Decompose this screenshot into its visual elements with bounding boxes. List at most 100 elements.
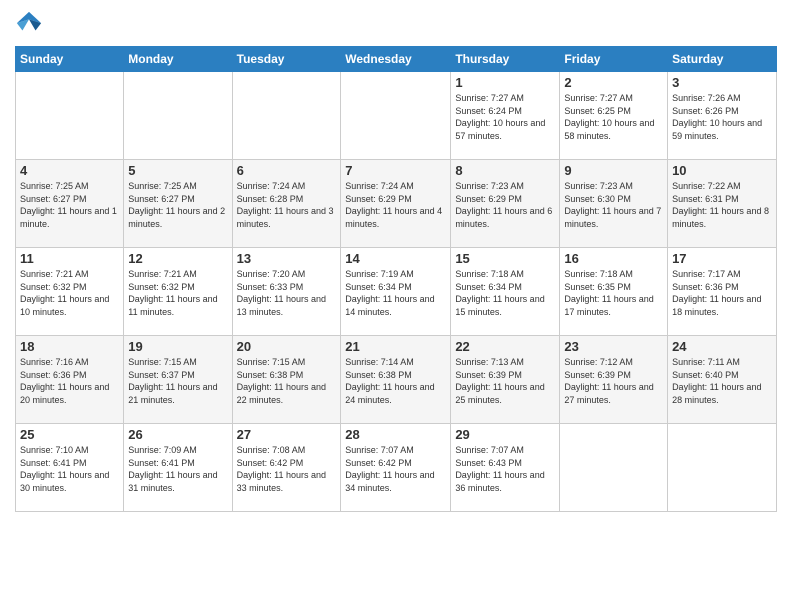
calendar-cell: 13 Sunrise: 7:20 AM Sunset: 6:33 PM Dayli…: [232, 248, 341, 336]
day-number: 7: [345, 163, 446, 178]
calendar-week-row: 18 Sunrise: 7:16 AM Sunset: 6:36 PM Dayli…: [16, 336, 777, 424]
calendar-cell: 22 Sunrise: 7:13 AM Sunset: 6:39 PM Dayli…: [451, 336, 560, 424]
day-number: 19: [128, 339, 227, 354]
calendar-cell: [232, 72, 341, 160]
day-number: 23: [564, 339, 663, 354]
day-info: Sunrise: 7:19 AM Sunset: 6:34 PM Dayligh…: [345, 268, 446, 318]
calendar-week-row: 1 Sunrise: 7:27 AM Sunset: 6:24 PM Daylig…: [16, 72, 777, 160]
day-number: 16: [564, 251, 663, 266]
day-number: 4: [20, 163, 119, 178]
day-info: Sunrise: 7:24 AM Sunset: 6:29 PM Dayligh…: [345, 180, 446, 230]
header: [15, 10, 777, 38]
day-number: 27: [237, 427, 337, 442]
day-number: 18: [20, 339, 119, 354]
logo-icon: [15, 10, 43, 38]
day-info: Sunrise: 7:21 AM Sunset: 6:32 PM Dayligh…: [20, 268, 119, 318]
calendar-week-row: 4 Sunrise: 7:25 AM Sunset: 6:27 PM Daylig…: [16, 160, 777, 248]
calendar-cell: 9 Sunrise: 7:23 AM Sunset: 6:30 PM Daylig…: [560, 160, 668, 248]
day-number: 3: [672, 75, 772, 90]
day-number: 14: [345, 251, 446, 266]
day-info: Sunrise: 7:21 AM Sunset: 6:32 PM Dayligh…: [128, 268, 227, 318]
calendar-cell: [16, 72, 124, 160]
calendar-cell: 20 Sunrise: 7:15 AM Sunset: 6:38 PM Dayli…: [232, 336, 341, 424]
day-number: 24: [672, 339, 772, 354]
calendar-week-row: 25 Sunrise: 7:10 AM Sunset: 6:41 PM Dayli…: [16, 424, 777, 512]
calendar-cell: 3 Sunrise: 7:26 AM Sunset: 6:26 PM Daylig…: [668, 72, 777, 160]
calendar-cell: 14 Sunrise: 7:19 AM Sunset: 6:34 PM Dayli…: [341, 248, 451, 336]
calendar-cell: [668, 424, 777, 512]
day-info: Sunrise: 7:25 AM Sunset: 6:27 PM Dayligh…: [20, 180, 119, 230]
day-number: 13: [237, 251, 337, 266]
calendar-cell: 27 Sunrise: 7:08 AM Sunset: 6:42 PM Dayli…: [232, 424, 341, 512]
day-info: Sunrise: 7:20 AM Sunset: 6:33 PM Dayligh…: [237, 268, 337, 318]
calendar-cell: [560, 424, 668, 512]
calendar-cell: 26 Sunrise: 7:09 AM Sunset: 6:41 PM Dayli…: [124, 424, 232, 512]
day-info: Sunrise: 7:18 AM Sunset: 6:35 PM Dayligh…: [564, 268, 663, 318]
calendar-cell: 15 Sunrise: 7:18 AM Sunset: 6:34 PM Dayli…: [451, 248, 560, 336]
day-info: Sunrise: 7:18 AM Sunset: 6:34 PM Dayligh…: [455, 268, 555, 318]
calendar-cell: 12 Sunrise: 7:21 AM Sunset: 6:32 PM Dayli…: [124, 248, 232, 336]
day-number: 21: [345, 339, 446, 354]
calendar-cell: [341, 72, 451, 160]
day-info: Sunrise: 7:24 AM Sunset: 6:28 PM Dayligh…: [237, 180, 337, 230]
calendar-cell: 16 Sunrise: 7:18 AM Sunset: 6:35 PM Dayli…: [560, 248, 668, 336]
day-number: 29: [455, 427, 555, 442]
day-number: 2: [564, 75, 663, 90]
calendar-cell: 29 Sunrise: 7:07 AM Sunset: 6:43 PM Dayli…: [451, 424, 560, 512]
calendar-col-header: Thursday: [451, 47, 560, 72]
calendar-cell: 8 Sunrise: 7:23 AM Sunset: 6:29 PM Daylig…: [451, 160, 560, 248]
day-info: Sunrise: 7:10 AM Sunset: 6:41 PM Dayligh…: [20, 444, 119, 494]
day-number: 25: [20, 427, 119, 442]
calendar-cell: 21 Sunrise: 7:14 AM Sunset: 6:38 PM Dayli…: [341, 336, 451, 424]
calendar-cell: 11 Sunrise: 7:21 AM Sunset: 6:32 PM Dayli…: [16, 248, 124, 336]
day-info: Sunrise: 7:09 AM Sunset: 6:41 PM Dayligh…: [128, 444, 227, 494]
calendar-col-header: Friday: [560, 47, 668, 72]
calendar-week-row: 11 Sunrise: 7:21 AM Sunset: 6:32 PM Dayli…: [16, 248, 777, 336]
day-info: Sunrise: 7:23 AM Sunset: 6:30 PM Dayligh…: [564, 180, 663, 230]
day-info: Sunrise: 7:15 AM Sunset: 6:37 PM Dayligh…: [128, 356, 227, 406]
calendar-cell: 18 Sunrise: 7:16 AM Sunset: 6:36 PM Dayli…: [16, 336, 124, 424]
calendar-cell: 1 Sunrise: 7:27 AM Sunset: 6:24 PM Daylig…: [451, 72, 560, 160]
calendar-cell: 7 Sunrise: 7:24 AM Sunset: 6:29 PM Daylig…: [341, 160, 451, 248]
day-number: 20: [237, 339, 337, 354]
calendar-cell: 17 Sunrise: 7:17 AM Sunset: 6:36 PM Dayli…: [668, 248, 777, 336]
calendar-col-header: Monday: [124, 47, 232, 72]
logo: [15, 10, 47, 38]
day-info: Sunrise: 7:07 AM Sunset: 6:43 PM Dayligh…: [455, 444, 555, 494]
calendar-header-row: SundayMondayTuesdayWednesdayThursdayFrid…: [16, 47, 777, 72]
calendar-cell: 25 Sunrise: 7:10 AM Sunset: 6:41 PM Dayli…: [16, 424, 124, 512]
day-number: 26: [128, 427, 227, 442]
calendar-cell: 28Sunrise: 7:07 AM Sunset: 6:42 PM Dayli…: [341, 424, 451, 512]
calendar-col-header: Sunday: [16, 47, 124, 72]
day-info: Sunrise: 7:15 AM Sunset: 6:38 PM Dayligh…: [237, 356, 337, 406]
calendar-col-header: Tuesday: [232, 47, 341, 72]
day-number: 1: [455, 75, 555, 90]
day-info: Sunrise: 7:08 AM Sunset: 6:42 PM Dayligh…: [237, 444, 337, 494]
day-info: Sunrise: 7:17 AM Sunset: 6:36 PM Dayligh…: [672, 268, 772, 318]
day-number: 15: [455, 251, 555, 266]
day-number: 11: [20, 251, 119, 266]
day-info: Sunrise: 7:13 AM Sunset: 6:39 PM Dayligh…: [455, 356, 555, 406]
day-info: Sunrise: 7:27 AM Sunset: 6:24 PM Dayligh…: [455, 92, 555, 142]
day-info: Sunrise: 7:14 AM Sunset: 6:38 PM Dayligh…: [345, 356, 446, 406]
calendar-cell: [124, 72, 232, 160]
day-number: 8: [455, 163, 555, 178]
day-info: Sunrise: 7:16 AM Sunset: 6:36 PM Dayligh…: [20, 356, 119, 406]
day-info: Sunrise: 7:26 AM Sunset: 6:26 PM Dayligh…: [672, 92, 772, 142]
day-number: 22: [455, 339, 555, 354]
calendar-col-header: Wednesday: [341, 47, 451, 72]
calendar-table: SundayMondayTuesdayWednesdayThursdayFrid…: [15, 46, 777, 512]
day-number: 28: [345, 427, 446, 442]
day-info: Sunrise: 7:23 AM Sunset: 6:29 PM Dayligh…: [455, 180, 555, 230]
calendar-cell: 6 Sunrise: 7:24 AM Sunset: 6:28 PM Daylig…: [232, 160, 341, 248]
day-number: 6: [237, 163, 337, 178]
calendar-cell: 10Sunrise: 7:22 AM Sunset: 6:31 PM Dayli…: [668, 160, 777, 248]
day-number: 12: [128, 251, 227, 266]
day-number: 9: [564, 163, 663, 178]
day-number: 17: [672, 251, 772, 266]
day-info: Sunrise: 7:22 AM Sunset: 6:31 PM Dayligh…: [672, 180, 772, 230]
calendar-cell: 23 Sunrise: 7:12 AM Sunset: 6:39 PM Dayli…: [560, 336, 668, 424]
day-info: Sunrise: 7:11 AM Sunset: 6:40 PM Dayligh…: [672, 356, 772, 406]
day-info: Sunrise: 7:12 AM Sunset: 6:39 PM Dayligh…: [564, 356, 663, 406]
calendar-cell: 5Sunrise: 7:25 AM Sunset: 6:27 PM Daylig…: [124, 160, 232, 248]
